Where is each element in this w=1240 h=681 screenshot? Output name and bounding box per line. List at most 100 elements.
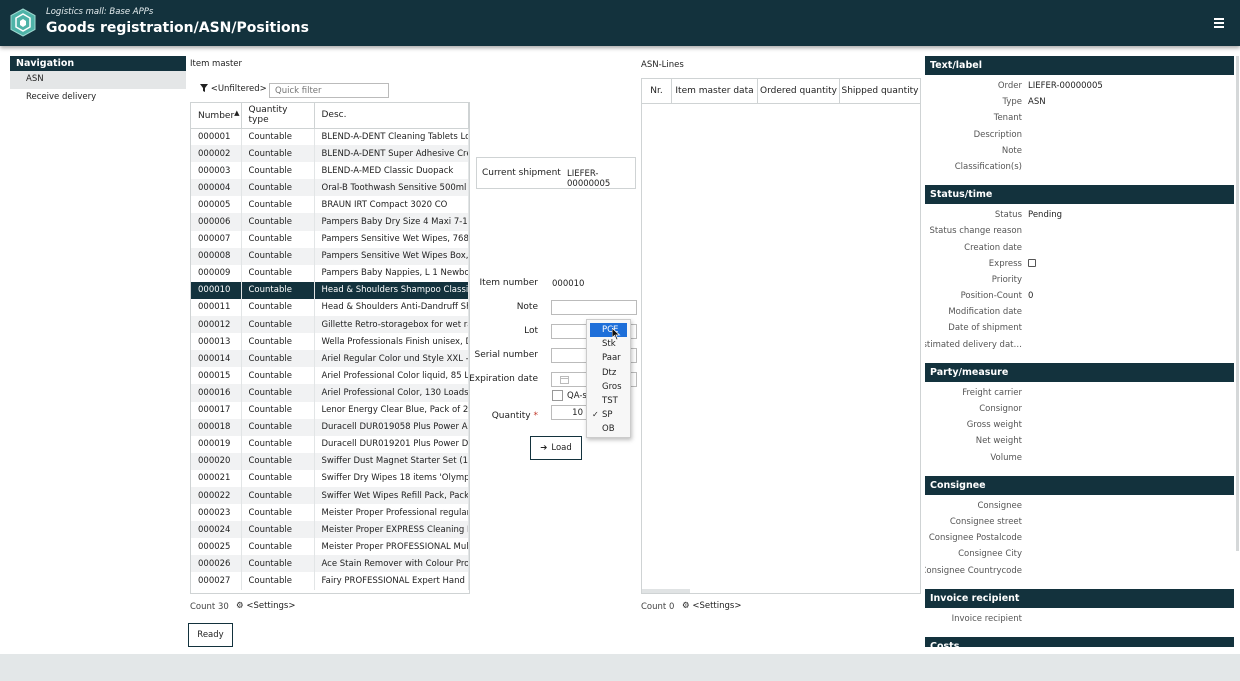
column-header-item-master-data[interactable]: Item master data <box>672 79 758 103</box>
table-row[interactable]: 000024 Countable Meister Proper EXPRESS Cl… <box>191 521 469 539</box>
qa-label: QA-s <box>567 391 587 401</box>
nav-item-receive-delivery[interactable]: Receive delivery <box>10 89 186 107</box>
arrow-right-icon: ➔ <box>540 443 548 453</box>
asn-lines-settings[interactable]: ⚙ <Settings> <box>682 601 741 611</box>
column-header-shipped-quantity[interactable]: Shipped quantity <box>840 79 920 103</box>
calendar-icon[interactable] <box>560 375 569 384</box>
detail-row: Consignee street <box>925 514 1234 530</box>
asn-horizontal-scrollbar[interactable] <box>642 589 690 593</box>
dropdown-option[interactable]: OB <box>587 422 630 436</box>
footer-bar <box>0 654 1240 681</box>
table-row[interactable]: 000020 Countable Swiffer Dust Magnet Start… <box>191 452 469 470</box>
table-row[interactable]: 000018 Countable Duracell DUR019058 Plus P… <box>191 418 469 436</box>
column-header-number[interactable]: Number▲ <box>191 103 242 129</box>
cell-desc: Meister Proper Professional regular, 9 <box>314 504 469 522</box>
quantity-input[interactable]: 10 <box>551 405 587 420</box>
table-row[interactable]: 000016 Countable Ariel Professional Color,… <box>191 384 469 402</box>
item-master-title: Item master <box>190 59 243 69</box>
item-master-grid: Number▲ Quantity type Desc. 000001 Counta… <box>190 102 470 594</box>
table-row[interactable]: 000023 Countable Meister Proper Profession… <box>191 504 469 522</box>
table-row[interactable]: 000015 Countable Ariel Professional Color … <box>191 367 469 385</box>
cell-number: 000011 <box>191 298 242 317</box>
qa-checkbox[interactable] <box>552 390 563 401</box>
table-row[interactable]: 000014 Countable Ariel Regular Color und S… <box>191 350 469 368</box>
detail-label: Priority <box>991 274 1022 285</box>
cell-number: 000007 <box>191 230 242 248</box>
gear-icon: ⚙ <box>682 601 690 611</box>
cell-desc: Head & Shoulders Shampoo Classic, P <box>314 281 469 299</box>
quick-filter-input[interactable] <box>269 83 389 98</box>
unit-dropdown-menu: PCE Stk Paar Dtz Gros TST ✓ SP OB <box>586 319 631 438</box>
detail-row: Gross weight <box>925 417 1234 433</box>
table-row[interactable]: 000004 Countable Oral-B Toothwash Sensitiv… <box>191 179 469 197</box>
table-row[interactable]: 000012 Countable Gillette Retro-storagebox… <box>191 316 469 334</box>
dropdown-option[interactable]: Gros <box>587 380 630 394</box>
table-row[interactable]: 000001 Countable BLEND-A-DENT Cleaning Tab… <box>191 128 469 146</box>
cell-quantity-type: Countable <box>241 367 315 385</box>
table-row[interactable]: 000010 Countable Head & Shoulders Shampoo … <box>191 281 469 299</box>
dropdown-option[interactable]: Dtz <box>587 366 630 380</box>
table-row[interactable]: 000003 Countable BLEND-A-MED Classic Duopa… <box>191 162 469 180</box>
serial-number-label: Serial number <box>474 350 538 360</box>
cell-quantity-type: Countable <box>241 316 315 334</box>
note-input[interactable] <box>551 300 637 315</box>
menu-icon[interactable] <box>1214 18 1224 28</box>
table-row[interactable]: 000007 Countable Pampers Sensitive Wet Wip… <box>191 230 469 248</box>
navigation-title: Navigation <box>10 56 186 71</box>
cell-desc: Ariel Regular Color und Style XXL - 83 <box>314 350 469 368</box>
table-row[interactable]: 000008 Countable Pampers Sensitive Wet Wip… <box>191 247 469 265</box>
cell-desc: Swiffer Wet Wipes Refill Pack, Pack of <box>314 486 469 505</box>
detail-row: Description <box>925 127 1234 143</box>
table-row[interactable]: 000006 Countable Pampers Baby Dry Size 4 M… <box>191 213 469 231</box>
detail-row: Consignee City <box>925 546 1234 562</box>
column-header-quantity-type[interactable]: Quantity type <box>241 103 315 129</box>
detail-row: Consignor <box>925 401 1234 417</box>
app-subtitle: Logistics mall: Base APPs <box>46 7 154 17</box>
details-scrollbar[interactable] <box>1236 56 1239 551</box>
column-header-desc[interactable]: Desc. <box>314 103 469 129</box>
dropdown-option[interactable]: PCE <box>590 323 627 338</box>
cell-quantity-type: Countable <box>241 179 315 197</box>
cell-desc: Lenor Energy Clear Blue, Pack of 2 (2 x <box>314 401 469 419</box>
dropdown-option[interactable]: Paar <box>587 351 630 365</box>
dropdown-option[interactable]: TST <box>587 394 630 408</box>
ready-button[interactable]: Ready <box>188 623 233 647</box>
express-checkbox[interactable] <box>1028 258 1036 267</box>
table-row[interactable]: 000019 Countable Duracell DUR019201 Plus P… <box>191 435 469 453</box>
detail-row: Volume <box>925 450 1234 466</box>
cell-quantity-type: Countable <box>241 298 315 317</box>
current-shipment-box: Current shipment LIEFER-00000005 <box>476 157 636 189</box>
item-master-settings[interactable]: ⚙ <Settings> <box>236 601 295 611</box>
detail-label: Status <box>994 210 1022 221</box>
table-row[interactable]: 000017 Countable Lenor Energy Clear Blue, … <box>191 401 469 419</box>
table-row[interactable]: 000002 Countable BLEND-A-DENT Super Adhesi… <box>191 145 469 163</box>
detail-row: Invoice recipient <box>925 611 1234 627</box>
filter-button[interactable]: <Unfiltered> <box>200 84 267 94</box>
nav-item-asn[interactable]: ASN <box>10 71 186 89</box>
table-row[interactable]: 000025 Countable Meister Proper PROFESSION… <box>191 538 469 556</box>
column-header-nr[interactable]: Nr. <box>642 79 672 103</box>
table-row[interactable]: 000011 Countable Head & Shoulders Anti-Dan… <box>191 298 469 317</box>
column-header-ordered-quantity[interactable]: Ordered quantity <box>758 79 840 103</box>
table-row[interactable]: 000027 Countable Fairy PROFESSIONAL Expert… <box>191 572 469 590</box>
detail-row: Estimated delivery dat… <box>925 337 1234 353</box>
cell-desc: Ace Stain Remover with Colour Protec <box>314 555 469 573</box>
table-row[interactable]: 000021 Countable Swiffer Dry Wipes 18 item… <box>191 469 469 487</box>
table-row[interactable]: 000022 Countable Swiffer Wet Wipes Refill … <box>191 486 469 505</box>
table-row[interactable]: 000005 Countable BRAUN IRT Compact 3020 CO <box>191 196 469 214</box>
detail-row: Consignee Postalcode <box>925 530 1234 546</box>
dropdown-option[interactable]: Stk <box>587 337 630 351</box>
load-button[interactable]: ➔ Load <box>530 436 582 460</box>
dropdown-option[interactable]: ✓ SP <box>587 408 630 422</box>
table-row[interactable]: 000013 Countable Wella Professionals Finis… <box>191 333 469 351</box>
table-row[interactable]: 000009 Countable Pampers Baby Nappies, L 1… <box>191 264 469 282</box>
cell-desc: Pampers Baby Dry Size 4 Maxi 7-18kg <box>314 213 469 231</box>
navigation-panel: Navigation ASN Receive delivery <box>10 56 186 107</box>
section-header: Costs <box>925 636 1234 647</box>
section-header: Consignee <box>925 475 1234 495</box>
detail-label: Note <box>1001 145 1022 156</box>
item-master-count: Count 30 <box>190 602 229 612</box>
detail-value: ASN <box>1028 97 1046 108</box>
table-row[interactable]: 000026 Countable Ace Stain Remover with Co… <box>191 555 469 573</box>
asn-lines-title: ASN-Lines <box>641 60 684 70</box>
